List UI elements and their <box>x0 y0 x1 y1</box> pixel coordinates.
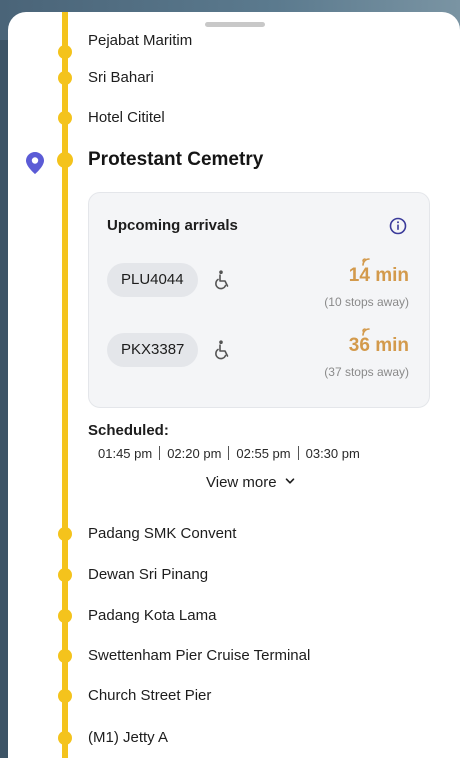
wheelchair-icon <box>215 270 229 290</box>
scheduled-time: 03:30 pm <box>305 446 360 461</box>
eta-unit: min <box>375 265 409 286</box>
scheduled-time: 02:20 pm <box>167 446 222 461</box>
stop-dot <box>57 152 73 168</box>
stop-item[interactable]: (M1) Jetty A <box>8 726 460 750</box>
bottom-sheet[interactable]: Pejabat Maritim Sri Bahari Hotel Cititel… <box>8 12 460 758</box>
time-separator <box>228 446 230 460</box>
stop-name: Padang Kota Lama <box>88 607 217 624</box>
stop-item[interactable]: Padang Kota Lama <box>8 604 460 628</box>
upcoming-arrivals-card: Upcoming arrivals PLU4044 14 min (10 sto <box>88 192 430 408</box>
stop-name: (M1) Jetty A <box>88 729 169 746</box>
time-separator <box>159 446 161 460</box>
stop-name: Swettenham Pier Cruise Terminal <box>88 647 311 664</box>
stop-item[interactable]: Dewan Sri Pinang <box>8 563 460 587</box>
eta-value: 14 <box>348 265 370 286</box>
stop-item[interactable]: Swettenham Pier Cruise Terminal <box>8 644 460 668</box>
arrival-row[interactable]: PLU4044 14 min (10 stops away) <box>89 258 429 319</box>
stop-dot <box>58 45 72 59</box>
stop-name: Padang SMK Convent <box>88 525 237 542</box>
location-pin-icon <box>26 152 44 174</box>
stop-name: Hotel Cititel <box>88 109 165 126</box>
scheduled-time: 02:55 pm <box>236 446 291 461</box>
stop-name: Dewan Sri Pinang <box>88 566 209 583</box>
stop-item[interactable]: Padang SMK Convent <box>8 522 460 546</box>
stop-dot <box>58 689 72 703</box>
stop-dot <box>58 731 72 745</box>
eta-text: 36 min <box>348 328 409 357</box>
stop-item[interactable]: Hotel Cititel <box>8 106 460 130</box>
stop-name: Pejabat Maritim <box>88 32 193 49</box>
drag-handle[interactable] <box>205 22 265 27</box>
eta-value: 36 <box>348 335 370 356</box>
bus-plate-chip: PKX3387 <box>107 333 199 367</box>
stop-name: Church Street Pier <box>88 687 212 704</box>
stop-dot <box>58 71 72 85</box>
stop-item[interactable]: Sri Bahari <box>8 66 460 90</box>
stops-away-text: (10 stops away) <box>324 295 409 309</box>
stop-dot <box>58 609 72 623</box>
current-stop-name: Protestant Cemetry <box>88 149 264 170</box>
current-stop[interactable]: Protestant Cemetry <box>8 144 460 176</box>
stop-dot <box>58 649 72 663</box>
live-signal-icon <box>361 258 370 266</box>
eta-unit: min <box>375 335 409 356</box>
card-title: Upcoming arrivals <box>107 217 238 234</box>
scheduled-time: 01:45 pm <box>98 446 153 461</box>
view-more-button[interactable]: View more <box>206 474 295 491</box>
time-separator <box>297 446 299 460</box>
eta-text: 14 min <box>348 258 409 287</box>
stop-dot <box>58 111 72 125</box>
stop-item[interactable]: Church Street Pier <box>8 684 460 708</box>
bus-plate-chip: PLU4044 <box>107 263 198 297</box>
chevron-down-icon <box>285 478 295 484</box>
scheduled-times: 01:45 pm 02:20 pm 02:55 pm 03:30 pm <box>98 446 360 461</box>
stop-item[interactable]: Pejabat Maritim <box>8 32 460 64</box>
arrival-row[interactable]: PKX3387 36 min (37 stops away) <box>89 328 429 389</box>
live-signal-icon <box>361 328 370 336</box>
stop-dot <box>58 527 72 541</box>
stop-name: Sri Bahari <box>88 69 154 86</box>
stop-dot <box>58 568 72 582</box>
info-icon[interactable] <box>389 217 407 235</box>
wheelchair-icon <box>215 340 229 360</box>
stops-away-text: (37 stops away) <box>324 365 409 379</box>
scheduled-label: Scheduled: <box>88 422 169 439</box>
view-more-label: View more <box>206 474 277 491</box>
